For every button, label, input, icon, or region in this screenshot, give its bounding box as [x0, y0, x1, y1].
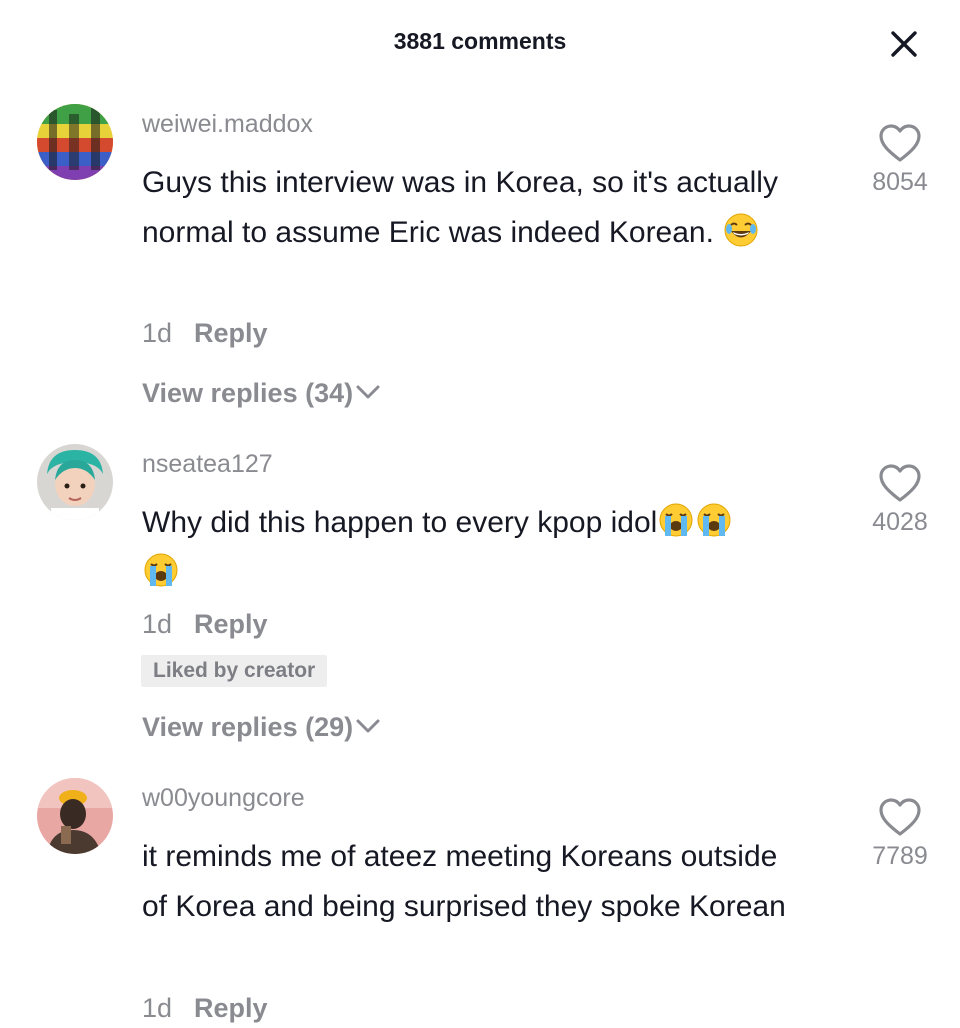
comment-text: it reminds me of ateez meeting Koreans o…: [142, 832, 792, 932]
comments-header: 3881 comments: [0, 0, 960, 84]
comment-text-content: Why did this happen to every kpop idol: [142, 506, 658, 539]
view-replies-button[interactable]: View replies (29): [142, 712, 381, 743]
view-replies-label: View replies (29): [142, 712, 354, 742]
close-button[interactable]: [884, 24, 924, 64]
like-column: 7789: [858, 798, 942, 871]
comment-meta: 1d Reply: [142, 318, 268, 349]
avatar[interactable]: [37, 104, 113, 180]
view-replies-button[interactable]: View replies (34): [142, 378, 381, 409]
comment-text: Guys this interview was in Korea, so it'…: [142, 158, 832, 258]
chevron-down-icon: [356, 385, 380, 399]
avatar[interactable]: [37, 444, 113, 520]
comments-count-title: 3881 comments: [393, 28, 567, 54]
like-column: 4028: [858, 464, 942, 537]
like-count: 7789: [872, 842, 928, 870]
reply-button[interactable]: Reply: [194, 318, 268, 348]
liked-by-creator-badge: Liked by creator: [141, 655, 328, 687]
comment-meta: 1d Reply: [142, 609, 268, 640]
comment-time: 1d: [142, 609, 173, 639]
comment-time: 1d: [142, 318, 173, 348]
like-column: 8054: [858, 124, 942, 197]
comment-text-content: Guys this interview was in Korea, so it'…: [142, 166, 778, 249]
heart-icon[interactable]: [878, 798, 922, 838]
view-replies-label: View replies (34): [142, 378, 354, 408]
comment-username[interactable]: nseatea127: [142, 450, 273, 479]
comment-username[interactable]: weiwei.maddox: [142, 110, 313, 139]
reply-button[interactable]: Reply: [194, 609, 268, 639]
heart-icon[interactable]: [878, 464, 922, 504]
avatar[interactable]: [37, 778, 113, 854]
heart-icon[interactable]: [878, 124, 922, 164]
loudly-crying-emoji: [697, 503, 731, 537]
close-icon[interactable]: [884, 24, 924, 64]
loudly-crying-emoji: [144, 553, 178, 587]
reply-button[interactable]: Reply: [194, 993, 268, 1023]
comment-text: Why did this happen to every kpop idol: [142, 498, 832, 598]
chevron-down-icon: [356, 719, 380, 733]
comment-meta: 1d Reply: [142, 993, 268, 1024]
comment-text-content: it reminds me of ateez meeting Koreans o…: [142, 840, 786, 923]
like-count: 4028: [872, 508, 928, 536]
comment-time: 1d: [142, 993, 173, 1023]
comment-username[interactable]: w00youngcore: [142, 784, 305, 813]
tears-of-joy-emoji: [724, 213, 758, 247]
loudly-crying-emoji: [659, 503, 693, 537]
like-count: 8054: [872, 168, 928, 196]
